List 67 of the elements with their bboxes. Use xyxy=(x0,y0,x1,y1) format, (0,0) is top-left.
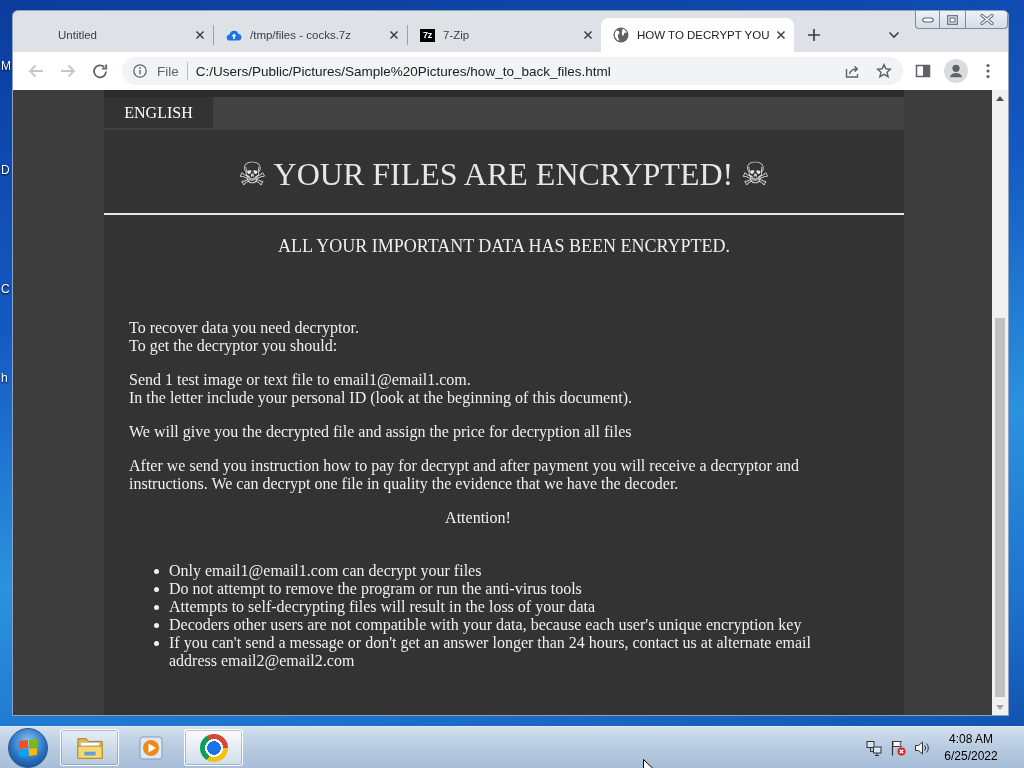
body-text: In the letter include your personal ID (look at the beginning of this document). xyxy=(129,389,633,407)
body-text: To recover data you need decryptor. xyxy=(129,319,360,337)
taskbar-button[interactable] xyxy=(60,729,119,766)
profile-avatar-icon[interactable] xyxy=(944,59,968,83)
browser-tab[interactable]: 7z 7-Zip xyxy=(408,18,601,52)
desktop-icon-label: M xyxy=(1,59,11,73)
bullet-icon xyxy=(154,623,159,628)
mouse-pointer-icon xyxy=(643,759,655,768)
browser-tab[interactable]: /tmp/files - cocks.7z xyxy=(214,18,407,52)
windows-logo-icon xyxy=(19,738,37,757)
menu-icon[interactable] xyxy=(986,63,990,79)
browser-tab[interactable]: HOW TO DECRYPT YOU xyxy=(601,18,794,52)
list-item-text: Attempts to self-decrypting files will result in the loss of your data xyxy=(169,598,597,616)
body-text: To get the decryptor you should: xyxy=(129,337,339,355)
media-player-icon xyxy=(137,734,166,761)
close-icon xyxy=(979,14,994,25)
address-bar[interactable]: File C:/Users/Public/Pictures/Sample%20Pictures/how_to_back_files.html xyxy=(122,57,903,85)
minimize-icon xyxy=(921,16,934,23)
browser-logo-icon xyxy=(199,733,228,762)
close-icon[interactable] xyxy=(583,30,593,40)
list-item-text: Decoders other users are not compatible with your data, because each user's unique encryption key xyxy=(169,616,803,634)
close-icon[interactable] xyxy=(389,30,399,40)
page-title: ☠ YOUR FILES ARE ENCRYPTED! ☠ xyxy=(237,156,771,193)
list-item-text: Only email1@email1.com can decrypt your files xyxy=(169,562,483,580)
bullet-icon xyxy=(154,587,159,592)
subheading: ALL YOUR IMPORTANT DATA HAS BEEN ENCRYPTED. xyxy=(277,235,731,257)
body-text: Send 1 test image or text file to email1@email1.com. xyxy=(129,371,472,389)
list-item-text: Do not attempt to remove the program or run the anti-virus tools xyxy=(169,580,583,598)
minimize-button[interactable] xyxy=(915,11,940,29)
maximize-button[interactable] xyxy=(940,11,966,29)
bullet-icon xyxy=(154,569,159,574)
desktop-icon-label: C xyxy=(1,282,10,296)
site-info-label[interactable]: File xyxy=(157,63,179,79)
close-icon[interactable] xyxy=(195,30,205,40)
bullet-icon xyxy=(154,605,159,610)
body-text: We will give you the decrypted file and assign the price for decryption all files xyxy=(129,423,633,441)
tab-favicon: 7z xyxy=(420,28,435,42)
clock-date[interactable]: 6/25/2022 xyxy=(944,747,998,765)
clock-time[interactable]: 4:08 AM xyxy=(949,730,993,748)
desktop-icon-label: D xyxy=(1,163,10,177)
taskbar-button[interactable] xyxy=(184,729,243,766)
scroll-up-icon[interactable] xyxy=(996,96,1004,101)
url-text: C:/Users/Public/Pictures/Sample%20Pictures/how_to_back_files.html xyxy=(195,63,611,79)
scrollbar-thumb[interactable] xyxy=(995,318,1005,697)
maximize-icon xyxy=(947,14,958,25)
language-tab[interactable]: ENGLISH xyxy=(104,97,213,128)
list-item-text: If you can't send a message or don't get an answer longer than 24 hours, contact us at alternate email address email2@email2.com xyxy=(169,634,812,670)
desktop-icon-label: h xyxy=(1,371,8,385)
bullet-icon xyxy=(154,641,159,646)
chevron-down-icon[interactable] xyxy=(888,31,900,39)
start-button[interactable] xyxy=(8,727,48,768)
share-icon[interactable] xyxy=(844,63,860,79)
side-panel-icon[interactable] xyxy=(915,63,931,79)
attention-heading: Attention! xyxy=(444,509,512,527)
browser-tab[interactable]: Untitled xyxy=(20,18,213,52)
close-icon[interactable] xyxy=(776,30,786,40)
speaker-icon[interactable] xyxy=(914,739,930,756)
cloud-upload-icon xyxy=(226,29,242,41)
network-icon[interactable] xyxy=(866,739,882,756)
info-icon[interactable] xyxy=(133,64,147,78)
bookmark-star-icon[interactable] xyxy=(876,63,892,79)
new-tab-plus-icon[interactable] xyxy=(807,28,821,42)
body-text: After we send you instruction how to pay for decrypt and after payment you will receive a decryptor and instructions. We can decrypt one file in quality the evidence that we have the decoder. xyxy=(129,457,800,493)
reload-icon[interactable] xyxy=(92,63,108,79)
flag-icon[interactable] xyxy=(890,739,906,756)
window-close-button[interactable] xyxy=(966,11,1008,29)
globe-icon xyxy=(613,27,629,43)
